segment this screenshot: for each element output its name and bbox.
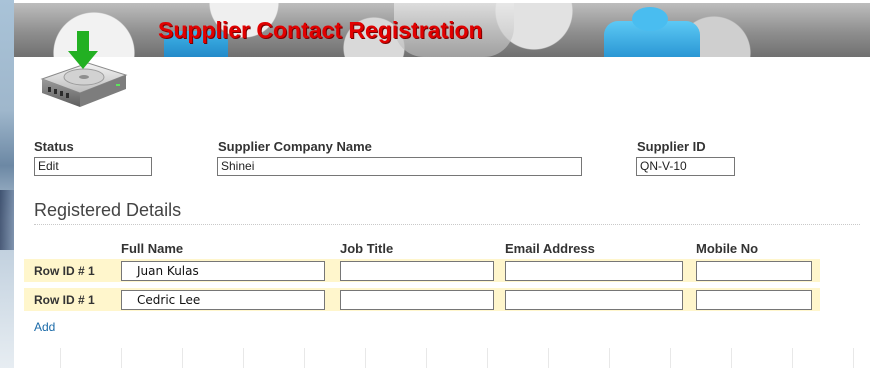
email-input[interactable]: [505, 290, 683, 310]
company-name-label: Supplier Company Name: [218, 139, 372, 154]
section-divider: [34, 224, 860, 225]
status-label: Status: [34, 139, 74, 154]
table-row: Row ID # 1 Juan Kulas: [24, 259, 820, 282]
column-header-job-title: Job Title: [340, 241, 394, 256]
column-header-mobile: Mobile No: [696, 241, 759, 256]
row-id-label: Row ID # 1: [34, 293, 95, 307]
background-decoration: [0, 348, 873, 368]
full-name-input[interactable]: Juan Kulas: [121, 261, 325, 281]
column-header-full-name: Full Name: [121, 241, 184, 256]
registration-panel: Supplier Contact Registration Status Edi…: [14, 3, 870, 368]
full-name-input[interactable]: Cedric Lee: [121, 290, 325, 310]
job-title-input[interactable]: [340, 261, 494, 281]
mobile-input[interactable]: [696, 261, 812, 281]
table-row: Row ID # 1 Cedric Lee: [24, 288, 820, 311]
add-row-link[interactable]: Add: [34, 320, 55, 334]
supplier-id-field[interactable]: QN-V-10: [636, 157, 735, 176]
hard-drive-download-icon[interactable]: [36, 31, 128, 111]
company-name-field[interactable]: Shinei: [217, 157, 582, 176]
status-field[interactable]: Edit: [34, 157, 152, 176]
mobile-input[interactable]: [696, 290, 812, 310]
row-id-label: Row ID # 1: [34, 264, 95, 278]
column-header-email: Email Address: [505, 241, 595, 256]
supplier-id-label: Supplier ID: [637, 139, 706, 154]
puzzle-piece-decoration: [604, 7, 700, 57]
registered-details-heading: Registered Details: [34, 200, 182, 220]
header-banner: Supplier Contact Registration: [14, 3, 870, 57]
background-strip: [0, 0, 14, 368]
job-title-input[interactable]: [340, 290, 494, 310]
email-input[interactable]: [505, 261, 683, 281]
page-title: Supplier Contact Registration: [158, 17, 483, 43]
